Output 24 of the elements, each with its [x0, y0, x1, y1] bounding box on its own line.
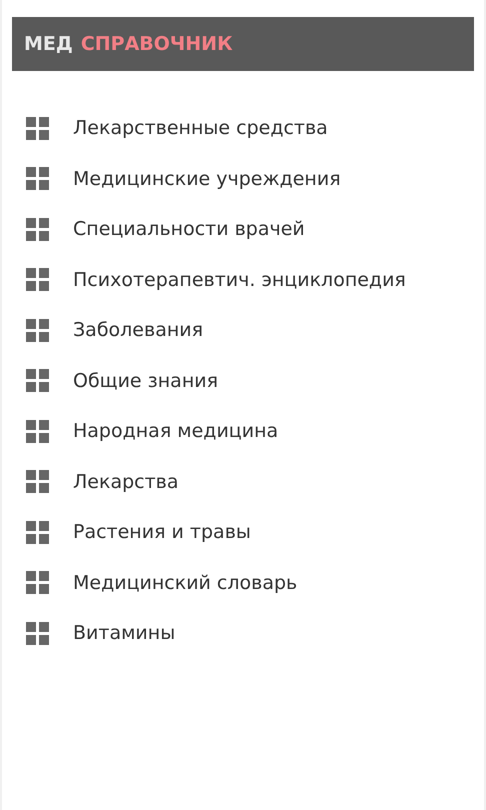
menu-item[interactable]: Медицинские учреждения: [2, 154, 484, 204]
app-title: МЕД: [24, 32, 73, 57]
menu-item[interactable]: Растения и травы: [2, 507, 484, 558]
app-title-accent: СПРАВОЧНИК: [80, 32, 233, 57]
menu-item[interactable]: Психотерапевтич. энциклопедия: [2, 254, 484, 305]
grid-icon: [26, 218, 49, 241]
menu-item[interactable]: Народная медицина: [2, 406, 484, 456]
menu-item[interactable]: Специальности врачей: [2, 204, 484, 254]
grid-icon: [26, 571, 49, 594]
grid-icon: [26, 318, 49, 342]
grid-icon: [26, 520, 49, 544]
grid-icon: [26, 167, 49, 190]
menu-item[interactable]: Лекарства: [2, 456, 484, 507]
grid-icon: [26, 369, 49, 392]
menu-item[interactable]: Лекарственные средства: [2, 103, 484, 154]
menu-item[interactable]: Медицинский словарь: [2, 558, 484, 608]
menu-item[interactable]: Общие знания: [2, 356, 484, 406]
grid-icon: [26, 420, 49, 443]
grid-icon: [26, 470, 49, 494]
grid-icon: [26, 268, 49, 292]
menu-item[interactable]: Витамины: [2, 608, 484, 658]
grid-icon: [26, 116, 49, 140]
menu-item[interactable]: Заболевания: [2, 305, 484, 356]
grid-icon: [26, 622, 49, 645]
